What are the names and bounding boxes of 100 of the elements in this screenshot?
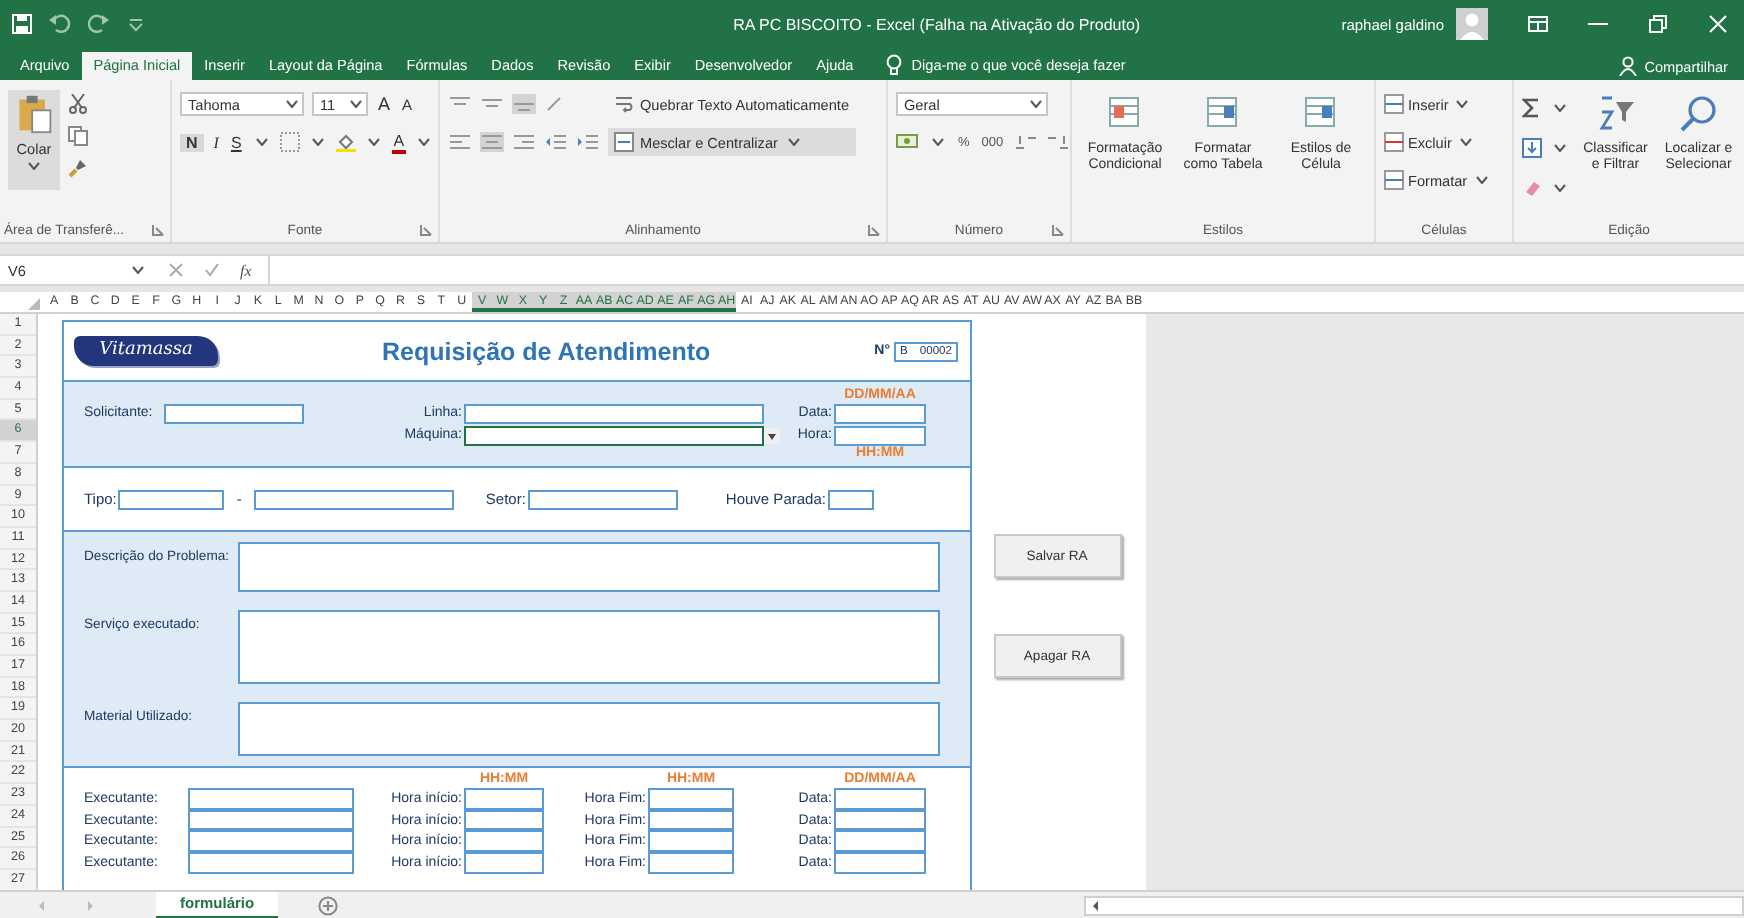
wrap-text-icon xyxy=(614,94,634,114)
eraser-icon[interactable] xyxy=(1522,178,1542,198)
merge-cells-icon xyxy=(614,132,634,152)
fill-color-icon[interactable] xyxy=(335,132,356,152)
borders-icon[interactable] xyxy=(279,132,300,152)
cells-icon xyxy=(1384,132,1404,152)
text-area[interactable] xyxy=(238,610,940,684)
input-field[interactable] xyxy=(648,788,734,810)
input-field[interactable] xyxy=(834,852,926,874)
logo: Vitamassa xyxy=(74,336,218,366)
increase-indent-icon[interactable] xyxy=(576,132,600,152)
scroll-right-icon[interactable] xyxy=(84,899,96,911)
lightbulb-icon xyxy=(885,54,902,76)
person-icon xyxy=(1618,56,1639,76)
input-field[interactable] xyxy=(464,403,764,423)
customize-icon[interactable] xyxy=(128,16,144,32)
decrease-indent-icon[interactable] xyxy=(544,132,568,152)
scroll-left-icon[interactable] xyxy=(1090,899,1102,911)
cut-icon[interactable] xyxy=(68,94,88,114)
copy-icon[interactable] xyxy=(68,126,88,146)
ribbon-display-icon[interactable] xyxy=(1528,14,1548,34)
close-icon[interactable] xyxy=(1708,14,1728,34)
font-color-button[interactable]: A xyxy=(391,131,407,153)
text-area[interactable] xyxy=(238,542,940,592)
input-field[interactable] xyxy=(464,852,544,874)
check-icon[interactable] xyxy=(204,262,220,278)
input-field[interactable] xyxy=(188,852,354,874)
search-icon xyxy=(1678,94,1719,134)
align-left-icon[interactable] xyxy=(448,132,472,152)
select-all-icon[interactable] xyxy=(28,298,40,310)
caret-icon xyxy=(286,100,298,108)
input-field[interactable] xyxy=(834,403,926,423)
caret-icon xyxy=(1554,104,1566,112)
redo-icon[interactable] xyxy=(88,14,112,34)
caret-icon xyxy=(1554,184,1566,192)
increase-decimal-icon[interactable] xyxy=(1013,132,1038,152)
dropdown-icon[interactable] xyxy=(764,427,780,443)
dialog-launcher-icon[interactable] xyxy=(1052,224,1064,236)
save-icon[interactable] xyxy=(12,14,32,34)
input-field[interactable] xyxy=(464,425,764,445)
input-field[interactable] xyxy=(464,788,544,810)
format-painter-icon[interactable] xyxy=(68,158,88,178)
caret-icon xyxy=(418,138,431,146)
dialog-launcher-icon[interactable] xyxy=(420,224,432,236)
input-field[interactable] xyxy=(527,489,678,509)
caret-icon xyxy=(1030,100,1042,108)
input-field[interactable] xyxy=(834,788,926,810)
underline-button[interactable]: S xyxy=(228,133,244,151)
cancel-icon[interactable] xyxy=(168,262,184,278)
input-field[interactable] xyxy=(464,809,544,831)
decrease-decimal-icon[interactable] xyxy=(1045,132,1070,152)
caret-icon xyxy=(367,138,380,146)
align-bottom-icon[interactable] xyxy=(512,94,536,114)
cells-icon xyxy=(1384,94,1404,114)
bold-button[interactable]: N xyxy=(180,133,204,151)
currency-icon[interactable] xyxy=(896,132,920,152)
input-field[interactable] xyxy=(188,788,354,810)
caret-icon xyxy=(1456,100,1469,108)
restore-icon[interactable] xyxy=(1648,14,1668,34)
horizontal-scrollbar[interactable] xyxy=(1084,895,1744,915)
input-field[interactable] xyxy=(164,403,304,423)
align-center-icon[interactable] xyxy=(480,132,504,152)
form-title: Requisição de Atendimento xyxy=(379,337,713,365)
fill-icon[interactable] xyxy=(1522,138,1542,158)
input-field[interactable] xyxy=(834,830,926,853)
input-field[interactable] xyxy=(648,809,734,831)
italic-button[interactable]: I xyxy=(211,133,221,151)
add-sheet-icon[interactable] xyxy=(318,895,339,915)
input-field[interactable] xyxy=(648,852,734,874)
input-field[interactable] xyxy=(827,489,874,509)
caret-icon xyxy=(787,138,800,146)
avatar-icon[interactable] xyxy=(1456,8,1488,40)
input-field[interactable] xyxy=(464,830,544,853)
caret-icon xyxy=(28,162,40,170)
increase-font-button[interactable]: A xyxy=(376,94,393,114)
insert-function-button[interactable]: fx xyxy=(240,261,252,279)
caret-icon xyxy=(350,100,362,108)
sum-icon[interactable] xyxy=(1522,98,1542,118)
window-title: RA PC BISCOITO - Excel (Falha na Ativação do Produto) xyxy=(731,15,1143,33)
caret-icon xyxy=(932,138,944,146)
input-field[interactable] xyxy=(253,489,454,509)
input-field[interactable] xyxy=(118,489,225,509)
text-area[interactable] xyxy=(238,702,940,756)
caret-icon xyxy=(1554,144,1566,152)
dialog-launcher-icon[interactable] xyxy=(152,224,164,236)
clipboard-icon xyxy=(14,94,54,134)
input-field[interactable] xyxy=(834,809,926,831)
caret-icon xyxy=(311,138,324,146)
caret-icon xyxy=(1475,176,1488,184)
dialog-launcher-icon[interactable] xyxy=(868,224,880,236)
sort-filter-icon xyxy=(1595,94,1636,134)
cells-icon xyxy=(1384,170,1404,190)
input-field[interactable] xyxy=(648,830,734,853)
caret-icon xyxy=(1459,138,1472,146)
input-field[interactable] xyxy=(834,425,926,445)
align-right-icon[interactable] xyxy=(512,132,536,152)
caret-icon xyxy=(255,138,268,146)
input-field[interactable] xyxy=(188,830,354,853)
input-field[interactable] xyxy=(188,809,354,831)
undo-icon[interactable] xyxy=(48,14,72,34)
